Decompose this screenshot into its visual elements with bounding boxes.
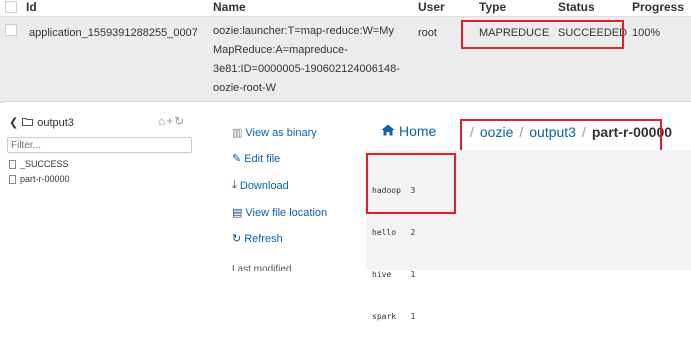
divider <box>0 101 4 103</box>
action-label: Download <box>239 179 289 192</box>
file-item-part[interactable]: part-r-00000 <box>9 174 70 184</box>
column-header-user[interactable]: User <box>418 0 445 14</box>
column-header-name[interactable]: Name <box>213 0 246 14</box>
job-name: oozie:launcher:T=map-reduce:W=My MapRedu… <box>213 22 400 98</box>
home-icon <box>381 123 395 139</box>
job-id[interactable]: application_1559391288255_0007 <box>29 27 198 39</box>
job-name-line: MapReduce:A=mapreduce- <box>213 44 348 56</box>
file-content-highlight <box>366 153 456 214</box>
column-header-status[interactable]: Status <box>558 0 595 14</box>
job-name-line: 3e81:ID=0000005-190602124006148- <box>213 63 400 75</box>
file-item-success[interactable]: _SUCCESS <box>9 159 69 169</box>
job-name-line: oozie:launcher:T=map-reduce:W=My <box>213 25 394 37</box>
last-modified-label: Last modified <box>232 264 292 271</box>
column-header-progress[interactable]: Progress <box>632 0 684 14</box>
home-label: Home <box>399 123 437 139</box>
folder-actions[interactable]: ⌂+↻ <box>158 114 185 128</box>
row-checkbox[interactable] <box>5 24 17 36</box>
folder-icon <box>22 117 34 129</box>
action-label: Refresh <box>244 232 283 245</box>
home-link[interactable]: Home <box>381 123 436 139</box>
file-icon <box>9 159 16 169</box>
action-label: View file location <box>245 206 328 219</box>
edit-file-button[interactable]: ✎ Edit file <box>232 152 281 166</box>
file-line: hive 1 <box>372 270 416 279</box>
refresh-icon: ↻ <box>232 233 242 245</box>
column-header-id[interactable]: Id <box>26 0 37 14</box>
file-line: spark 1 <box>372 312 416 321</box>
job-progress: 100% <box>632 27 661 39</box>
view-as-binary-button[interactable]: ▥ View as binary <box>232 126 317 140</box>
file-line: hello 2 <box>372 228 416 237</box>
filter-input[interactable] <box>7 137 192 153</box>
job-name-line: oozie-root-W <box>213 82 276 94</box>
file-name: _SUCCESS <box>20 159 69 169</box>
chevron-left-icon[interactable]: ❮ <box>9 116 18 129</box>
file-icon <box>9 174 16 184</box>
job-user: root <box>418 27 437 39</box>
folder-header[interactable]: ❮ output3 <box>9 116 74 130</box>
pencil-icon: ✎ <box>232 153 242 165</box>
breadcrumb-highlight <box>460 119 662 154</box>
select-all-checkbox[interactable] <box>5 1 17 13</box>
binary-icon: ▥ <box>232 127 243 139</box>
folder-name: output3 <box>37 116 74 129</box>
download-icon: ⤓ <box>232 179 237 191</box>
type-status-highlight <box>461 20 624 49</box>
jobs-table-header: Id Name User Type Status Progress <box>0 0 691 16</box>
refresh-button[interactable]: ↻ Refresh <box>232 232 283 246</box>
download-button[interactable]: ⤓ Download <box>232 179 289 192</box>
action-label: View as binary <box>245 126 317 139</box>
file-name: part-r-00000 <box>20 174 70 184</box>
action-label: Edit file <box>244 152 281 165</box>
view-file-location-button[interactable]: ▤ View file location <box>232 206 328 220</box>
column-header-type[interactable]: Type <box>479 0 506 14</box>
file-location-icon: ▤ <box>232 207 243 219</box>
